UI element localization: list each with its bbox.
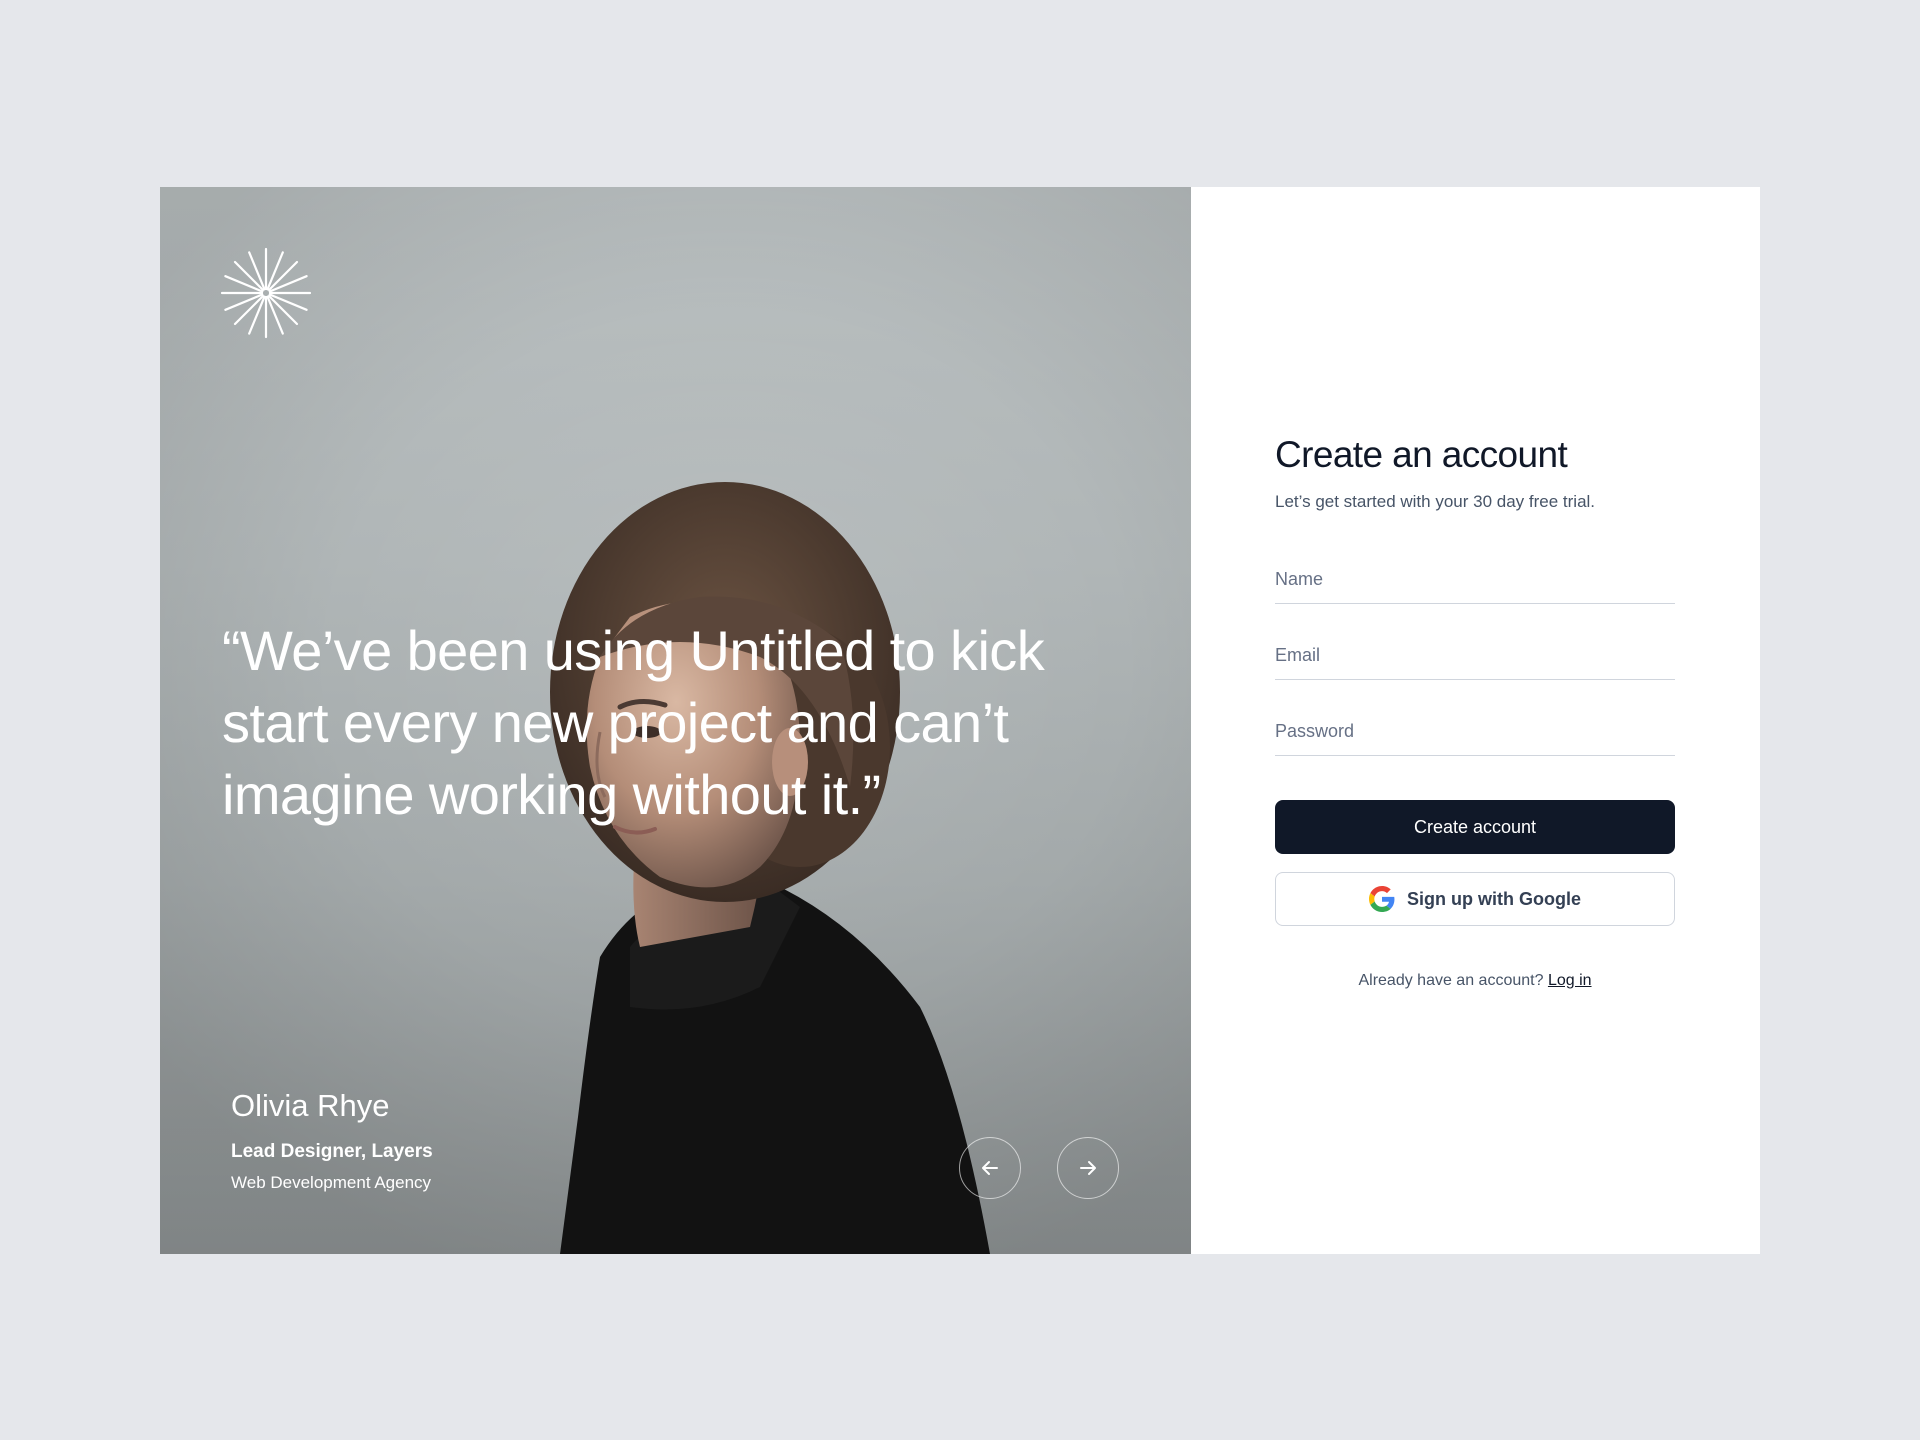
testimonial-quote: “We’ve been using Untitled to kick start… [222, 619, 1045, 826]
author-organization: Web Development Agency [231, 1173, 432, 1192]
login-link[interactable]: Log in [1548, 972, 1592, 989]
author-role: Lead Designer, Layers [231, 1141, 433, 1162]
google-icon [1369, 886, 1395, 912]
name-input[interactable] [1275, 567, 1675, 603]
password-field [1275, 708, 1675, 756]
arrow-left-icon [982, 1161, 998, 1175]
create-account-label: Create account [1413, 816, 1537, 837]
starburst-logo-icon [220, 247, 312, 339]
page-subtitle: Let’s get started with your 30 day free … [1275, 492, 1596, 511]
signup-form: Create an account Let’s get started with… [1275, 432, 1675, 992]
name-field [1275, 556, 1675, 604]
next-testimonial-button[interactable] [1057, 1137, 1119, 1199]
testimonial-hero: “We’ve been using Untitled to kick start… [160, 187, 1191, 1254]
page-title: Create an account [1275, 434, 1568, 475]
create-account-button[interactable]: Create account [1275, 800, 1675, 854]
author-name: Olivia Rhye [231, 1088, 390, 1123]
password-input[interactable] [1275, 719, 1675, 755]
google-signup-button[interactable]: Sign up with Google [1275, 872, 1675, 926]
testimonial-author: Olivia Rhye Lead Designer, Layers Web De… [231, 1087, 433, 1195]
signup-card: “We’ve been using Untitled to kick start… [160, 187, 1760, 1254]
login-prompt: Already have an account? [1358, 972, 1544, 989]
arrow-right-icon [1080, 1161, 1096, 1175]
login-prompt-line: Already have an account? Log in [1275, 970, 1675, 992]
signup-form-panel: Create an account Let’s get started with… [1191, 187, 1760, 1254]
email-field [1275, 632, 1675, 680]
google-signup-label: Sign up with Google [1407, 888, 1581, 909]
previous-testimonial-button[interactable] [959, 1137, 1021, 1199]
email-input[interactable] [1275, 643, 1675, 679]
